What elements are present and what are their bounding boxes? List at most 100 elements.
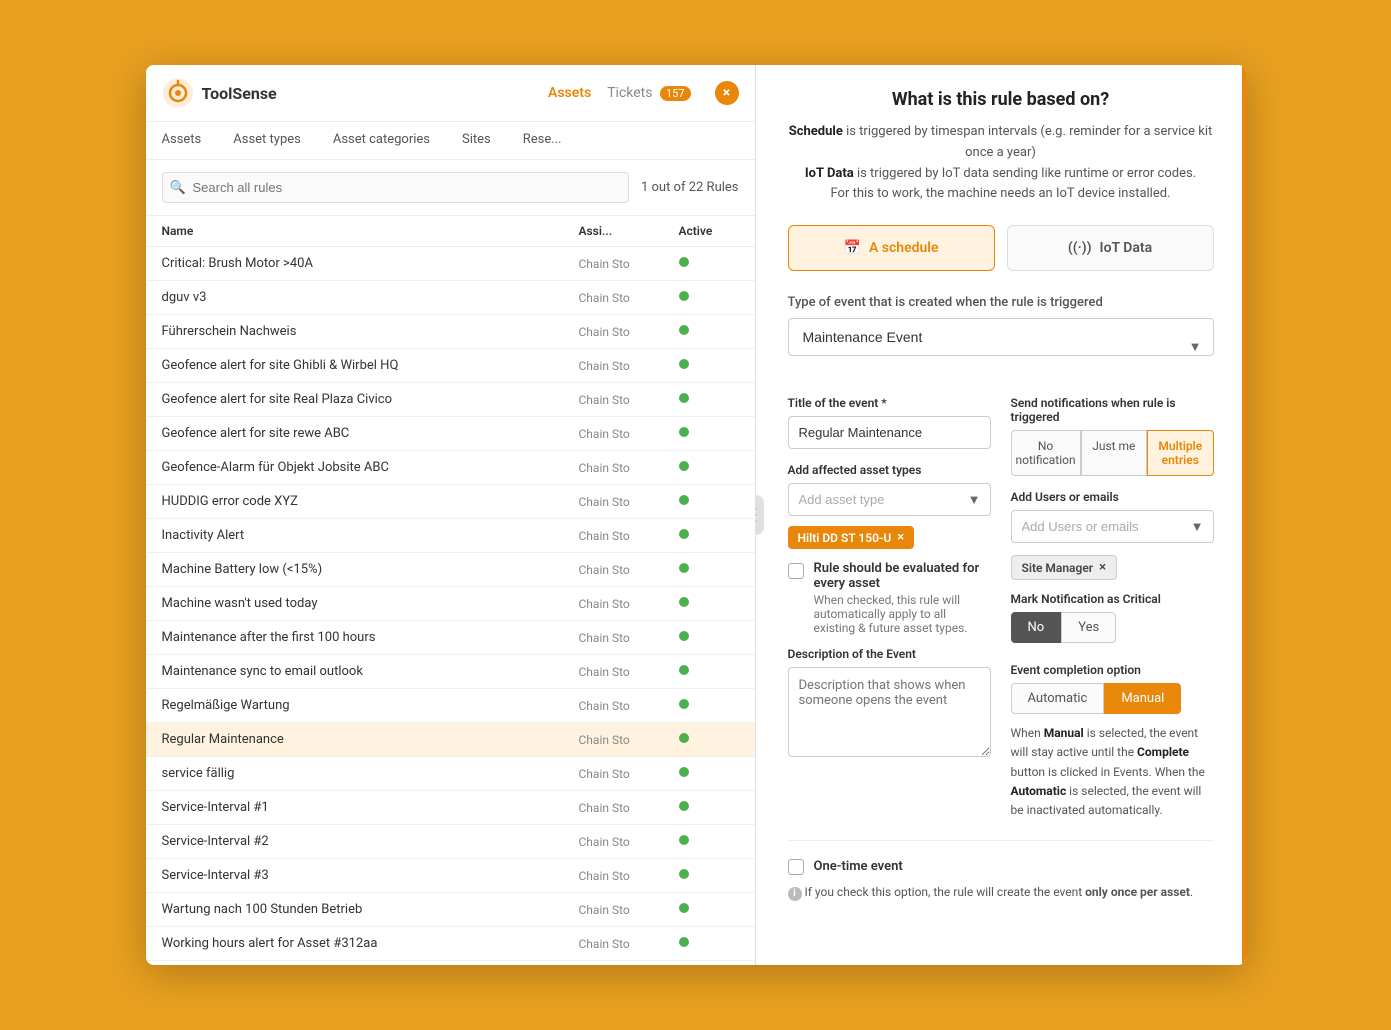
table-row[interactable]: service fällig Chain Sto: [146, 757, 755, 791]
critical-no[interactable]: No: [1011, 612, 1062, 643]
table-row[interactable]: Machine Battery low (<15%) Chain Sto: [146, 553, 755, 587]
row-name: Maintenance after the first 100 hours: [162, 630, 579, 645]
event-type-select-wrap: Maintenance Event ▼: [788, 318, 1214, 376]
row-active: [679, 698, 739, 713]
search-input-wrap: 🔍: [162, 172, 629, 203]
table-row[interactable]: Maintenance after the first 100 hours Ch…: [146, 621, 755, 655]
right-panel: What is this rule based on? Schedule is …: [756, 65, 1246, 965]
btn-schedule[interactable]: 📅 A schedule: [788, 225, 995, 271]
row-active: [679, 358, 739, 373]
subnav-sites[interactable]: Sites: [446, 122, 507, 159]
btn-iot[interactable]: ((·)) IoT Data: [1007, 225, 1214, 271]
critical-yes[interactable]: Yes: [1061, 612, 1116, 643]
asset-tag: Hilti DD ST 150-U ×: [788, 526, 915, 549]
critical-toggle-row: No Yes: [1011, 612, 1214, 643]
users-select[interactable]: Add Users or emails: [1011, 510, 1214, 543]
nav-assets[interactable]: Assets: [548, 81, 591, 105]
row-name: Machine wasn't used today: [162, 596, 579, 611]
row-active: [679, 256, 739, 271]
one-time-checkbox[interactable]: [788, 859, 804, 875]
users-dropdown-wrap: Add Users or emails ▼: [1011, 510, 1214, 543]
row-name: Inactivity Alert: [162, 528, 579, 543]
table-row[interactable]: HUDDIG error code XYZ Chain Sto: [146, 485, 755, 519]
remove-asset-tag[interactable]: ×: [897, 530, 904, 545]
rule-subtitle: Schedule is triggered by timespan interv…: [788, 122, 1214, 205]
right-border: [1242, 65, 1246, 965]
tickets-badge: 157: [660, 86, 691, 101]
row-name: Critical: Brush Motor >40A: [162, 256, 579, 271]
row-name: Service-Interval #2: [162, 834, 579, 849]
table-row[interactable]: Geofence alert for site Ghibli & Wirbel …: [146, 349, 755, 383]
evaluate-checkbox[interactable]: [788, 563, 804, 579]
row-active: [679, 868, 739, 883]
nav-tabs: Assets Tickets 157 ×: [548, 81, 739, 105]
row-name: Regelmäßige Wartung: [162, 698, 579, 713]
subnav-asset-types[interactable]: Asset types: [217, 122, 317, 159]
col-name: Name: [162, 224, 579, 238]
search-icon: 🔍: [170, 180, 186, 195]
left-panel: ToolSense Assets Tickets 157 × Assets As…: [146, 65, 756, 965]
notif-just-me[interactable]: Just me: [1081, 430, 1147, 476]
table-row[interactable]: Service-Interval #2 Chain Sto: [146, 825, 755, 859]
notif-no[interactable]: No notification: [1011, 430, 1081, 476]
table-row[interactable]: Machine wasn't used today Chain Sto: [146, 587, 755, 621]
row-assi: Chain Sto: [579, 529, 679, 543]
table-row[interactable]: Service-Interval #3 Chain Sto: [146, 859, 755, 893]
one-time-label: One-time event: [814, 859, 903, 874]
completion-manual[interactable]: Manual: [1104, 683, 1181, 714]
table-row[interactable]: Maintenance sync to email outlook Chain …: [146, 655, 755, 689]
app-header: ToolSense Assets Tickets 157 ×: [146, 65, 755, 122]
logo-icon: [162, 77, 194, 109]
description-textarea[interactable]: [788, 667, 991, 757]
row-name: Wartung nach 100 Stunden Betrieb: [162, 902, 579, 917]
completion-hint: When Manual is selected, the event will …: [1011, 724, 1214, 820]
search-input[interactable]: [162, 172, 629, 203]
row-active: [679, 800, 739, 815]
table-row[interactable]: Geofence-Alarm für Objekt Jobsite ABC Ch…: [146, 451, 755, 485]
table-row[interactable]: dguv v3 Chain Sto: [146, 281, 755, 315]
iot-bold: IoT Data: [805, 166, 854, 181]
row-assi: Chain Sto: [579, 835, 679, 849]
table-row[interactable]: Working hours alert for Asset #312aa Cha…: [146, 927, 755, 961]
table-header: Name Assi... Active: [146, 216, 755, 247]
row-assi: Chain Sto: [579, 427, 679, 441]
subnav-rese[interactable]: Rese...: [507, 122, 578, 159]
rules-count: 1 out of 22 Rules: [641, 180, 739, 195]
table-row[interactable]: Wartung nach 100 Stunden Betrieb Chain S…: [146, 893, 755, 927]
row-name: Geofence alert for site Ghibli & Wirbel …: [162, 358, 579, 373]
table-row[interactable]: Regelmäßige Wartung Chain Sto: [146, 689, 755, 723]
asset-type-select[interactable]: Add asset type: [788, 483, 991, 516]
table-row[interactable]: Geofence alert for site Real Plaza Civic…: [146, 383, 755, 417]
left-col: Title of the event * Add affected asset …: [788, 396, 991, 820]
users-label: Add Users or emails: [1011, 490, 1214, 504]
close-button[interactable]: ×: [715, 81, 739, 105]
row-active: [679, 834, 739, 849]
row-active: [679, 630, 739, 645]
event-type-select[interactable]: Maintenance Event: [788, 318, 1214, 356]
completion-auto[interactable]: Automatic: [1011, 683, 1105, 714]
row-name: Geofence-Alarm für Objekt Jobsite ABC: [162, 460, 579, 475]
table-row[interactable]: Führerschein Nachweis Chain Sto: [146, 315, 755, 349]
row-assi: Chain Sto: [579, 767, 679, 781]
table-row[interactable]: Service-Interval #1 Chain Sto: [146, 791, 755, 825]
user-tags-row: Site Manager ×: [1011, 555, 1214, 580]
nav-tickets[interactable]: Tickets 157: [607, 81, 690, 105]
table-row[interactable]: Critical: Brush Motor >40A Chain Sto: [146, 247, 755, 281]
event-title-input[interactable]: [788, 416, 991, 449]
table-row[interactable]: Inactivity Alert Chain Sto: [146, 519, 755, 553]
remove-user-tag[interactable]: ×: [1099, 560, 1106, 575]
row-name: Machine Battery low (<15%): [162, 562, 579, 577]
notif-multiple[interactable]: Multiple entries: [1147, 430, 1213, 476]
table-row[interactable]: Working hours alert for Asset #A10003 Ch…: [146, 961, 755, 965]
subnav-asset-categories[interactable]: Asset categories: [317, 122, 446, 159]
calendar-icon: 📅: [844, 240, 861, 256]
drag-handle[interactable]: [756, 495, 764, 535]
subnav-assets[interactable]: Assets: [162, 122, 218, 159]
row-assi: Chain Sto: [579, 461, 679, 475]
row-name: Working hours alert for Asset #312aa: [162, 936, 579, 951]
col-assi: Assi...: [579, 224, 679, 238]
notif-label: Send notifications when rule is triggere…: [1011, 396, 1214, 424]
users-arrow-icon: ▼: [1191, 519, 1204, 535]
table-row[interactable]: Regular Maintenance Chain Sto: [146, 723, 755, 757]
table-row[interactable]: Geofence alert for site rewe ABC Chain S…: [146, 417, 755, 451]
